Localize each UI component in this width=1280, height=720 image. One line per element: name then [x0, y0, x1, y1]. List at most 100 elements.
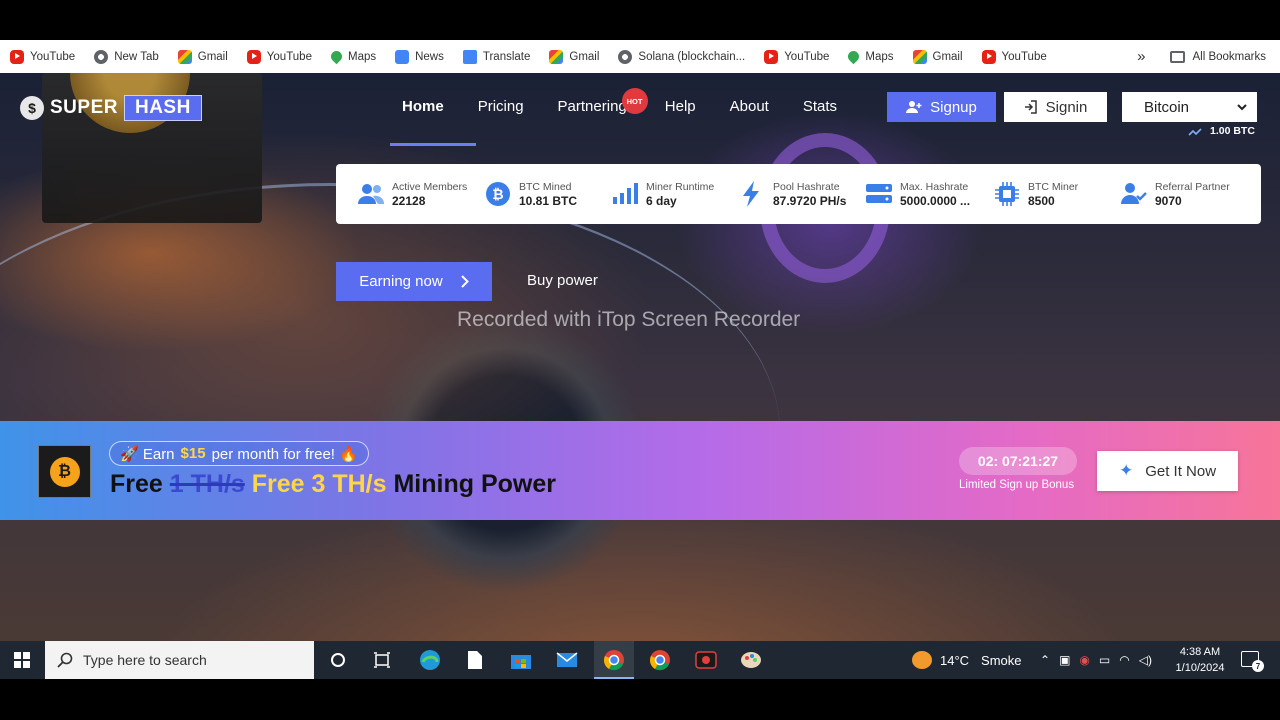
bookmarks-overflow-button[interactable]: »	[1137, 48, 1145, 65]
youtube-icon	[981, 49, 996, 64]
edge-browser-icon[interactable]	[418, 649, 442, 671]
bookmark-youtube[interactable]: YouTube	[764, 45, 829, 69]
recorder-tray-icon[interactable]: ◉	[1079, 653, 1089, 667]
nav-stats[interactable]: Stats	[803, 98, 837, 115]
currency-select[interactable]: Bitcoin	[1122, 92, 1257, 122]
bookmark-new-tab[interactable]: New Tab	[94, 45, 159, 69]
stat-btc-miner: BTC Miner 8500	[994, 164, 1078, 224]
signup-button[interactable]: Signup	[887, 92, 996, 122]
bitcoin-icon: ₿	[485, 181, 511, 207]
maps-icon	[328, 48, 345, 65]
windows-taskbar: Type here to search 14°C Smoke ⌃ ▣ ◉ ▭ ◠…	[0, 641, 1280, 679]
system-clock[interactable]: 4:38 AM 1/10/2024	[1172, 644, 1228, 676]
nav-about[interactable]: About	[730, 98, 769, 115]
bookmark-gmail[interactable]: Gmail	[177, 45, 228, 69]
nav-partnering[interactable]: Partnering HOT	[558, 88, 648, 115]
chevron-up-icon[interactable]: ⌃	[1040, 653, 1050, 667]
dollar-hand-icon: $	[20, 96, 44, 120]
bookmark-gmail[interactable]: Gmail	[912, 45, 963, 69]
earning-now-button[interactable]: Earning now	[336, 262, 492, 301]
main-nav: Home Pricing Partnering HOT Help About S…	[390, 88, 871, 146]
hero-section: $ SUPER HASH Home Pricing Partnering HOT…	[0, 73, 1280, 641]
chrome-icon[interactable]	[648, 649, 672, 671]
chevron-right-icon	[460, 275, 469, 288]
trend-up-icon	[1188, 127, 1202, 136]
gmail-icon	[912, 49, 927, 64]
bookmark-solana[interactable]: Solana (blockchain...	[618, 45, 745, 69]
planet-horizon-decoration	[0, 183, 780, 641]
youtube-icon	[10, 49, 24, 64]
weather-widget[interactable]: 14°C Smoke	[912, 641, 1022, 679]
file-icon[interactable]	[463, 649, 487, 671]
volume-icon[interactable]: ◁)	[1139, 653, 1152, 667]
stat-referral-partner: Referral Partner 9070	[1121, 164, 1230, 224]
taskbar-search-box[interactable]: Type here to search	[45, 641, 314, 679]
bookmark-translate[interactable]: Translate	[462, 45, 530, 69]
maps-icon	[846, 48, 862, 65]
bookmark-youtube[interactable]: YouTube	[981, 45, 1047, 69]
svg-text:₿: ₿	[492, 186, 503, 202]
task-view-icon[interactable]	[370, 649, 394, 671]
buy-power-link[interactable]: Buy power	[527, 272, 598, 289]
chevron-down-icon	[1237, 103, 1247, 110]
bookmark-news[interactable]: News	[395, 45, 444, 69]
all-bookmarks-button[interactable]: All Bookmarks	[1169, 50, 1266, 63]
sparkle-icon: ✦	[1118, 461, 1134, 480]
bookmark-gmail[interactable]: Gmail	[549, 45, 599, 69]
earn-pill: 🚀 Earn $15 per month for free! 🔥	[109, 441, 369, 466]
cortana-icon[interactable]	[326, 649, 350, 671]
stat-active-members: Active Members 22128	[358, 164, 467, 224]
bookmark-youtube[interactable]: YouTube	[10, 45, 75, 69]
news-icon	[395, 49, 410, 64]
mail-icon[interactable]	[555, 649, 579, 671]
users-icon	[358, 181, 384, 207]
hot-badge: HOT	[621, 88, 648, 114]
lightning-icon	[739, 181, 765, 207]
nav-home[interactable]: Home	[390, 98, 476, 146]
notification-center-icon[interactable]: 7	[1241, 651, 1264, 672]
translate-icon	[462, 49, 477, 64]
paint-icon[interactable]	[739, 649, 763, 671]
promo-headline: Free 1 TH/s Free 3 TH/s Mining Power	[110, 470, 556, 498]
search-icon	[57, 652, 73, 668]
chrome-profile-icon[interactable]	[602, 649, 626, 671]
stat-pool-hashrate: Pool Hashrate 87.9720 PH/s	[739, 164, 846, 224]
recorder-watermark: Recorded with iTop Screen Recorder	[457, 308, 801, 331]
btc-balance: 1.00 BTC	[1188, 125, 1255, 137]
notification-count-badge: 7	[1252, 660, 1264, 672]
stat-max-hashrate: Max. Hashrate 5000.0000 ...	[866, 164, 970, 224]
user-check-icon	[1121, 181, 1147, 207]
youtube-icon	[764, 49, 779, 64]
signin-button[interactable]: Signin	[1004, 92, 1107, 122]
nav-help[interactable]: Help	[665, 98, 696, 115]
bookmarks-right: » All Bookmarks	[1137, 40, 1266, 73]
meet-now-icon[interactable]: ▣	[1059, 653, 1070, 667]
bookmark-maps[interactable]: Maps	[328, 45, 376, 69]
nav-pricing[interactable]: Pricing	[478, 98, 524, 115]
stat-btc-mined: ₿ BTC Mined 10.81 BTC	[485, 164, 577, 224]
bookmarks-bar: YouTube New Tab Gmail YouTube Maps News …	[0, 40, 1280, 73]
gmail-icon	[177, 49, 192, 64]
bitcoin-icon: ₿	[49, 456, 80, 487]
signal-icon	[612, 181, 638, 207]
bitcoin-badge: ₿	[38, 445, 91, 498]
user-plus-icon	[906, 101, 922, 113]
stat-miner-runtime: Miner Runtime 6 day	[612, 164, 714, 224]
bookmark-maps[interactable]: Maps	[846, 45, 894, 69]
folder-icon	[1169, 50, 1185, 63]
promo-banner: ₿ 🚀 Earn $15 per month for free! 🔥 Free …	[0, 421, 1280, 520]
screen: YouTube New Tab Gmail YouTube Maps News …	[0, 0, 1280, 720]
bookmark-youtube[interactable]: YouTube	[246, 45, 312, 69]
get-it-now-button[interactable]: ✦ Get It Now	[1097, 451, 1238, 491]
chip-icon	[994, 181, 1020, 207]
windows-start-icon[interactable]	[14, 652, 30, 668]
youtube-icon	[246, 49, 261, 64]
screen-recorder-icon[interactable]	[694, 649, 718, 671]
battery-icon[interactable]: ▭	[1099, 653, 1110, 667]
store-icon[interactable]	[509, 649, 533, 671]
server-icon	[866, 181, 892, 207]
site-logo[interactable]: $ SUPER HASH	[20, 95, 202, 121]
countdown-timer: 02: 07:21:27	[959, 447, 1077, 475]
timer-caption: Limited Sign up Bonus	[959, 479, 1075, 491]
wifi-icon[interactable]: ◠	[1119, 653, 1129, 667]
